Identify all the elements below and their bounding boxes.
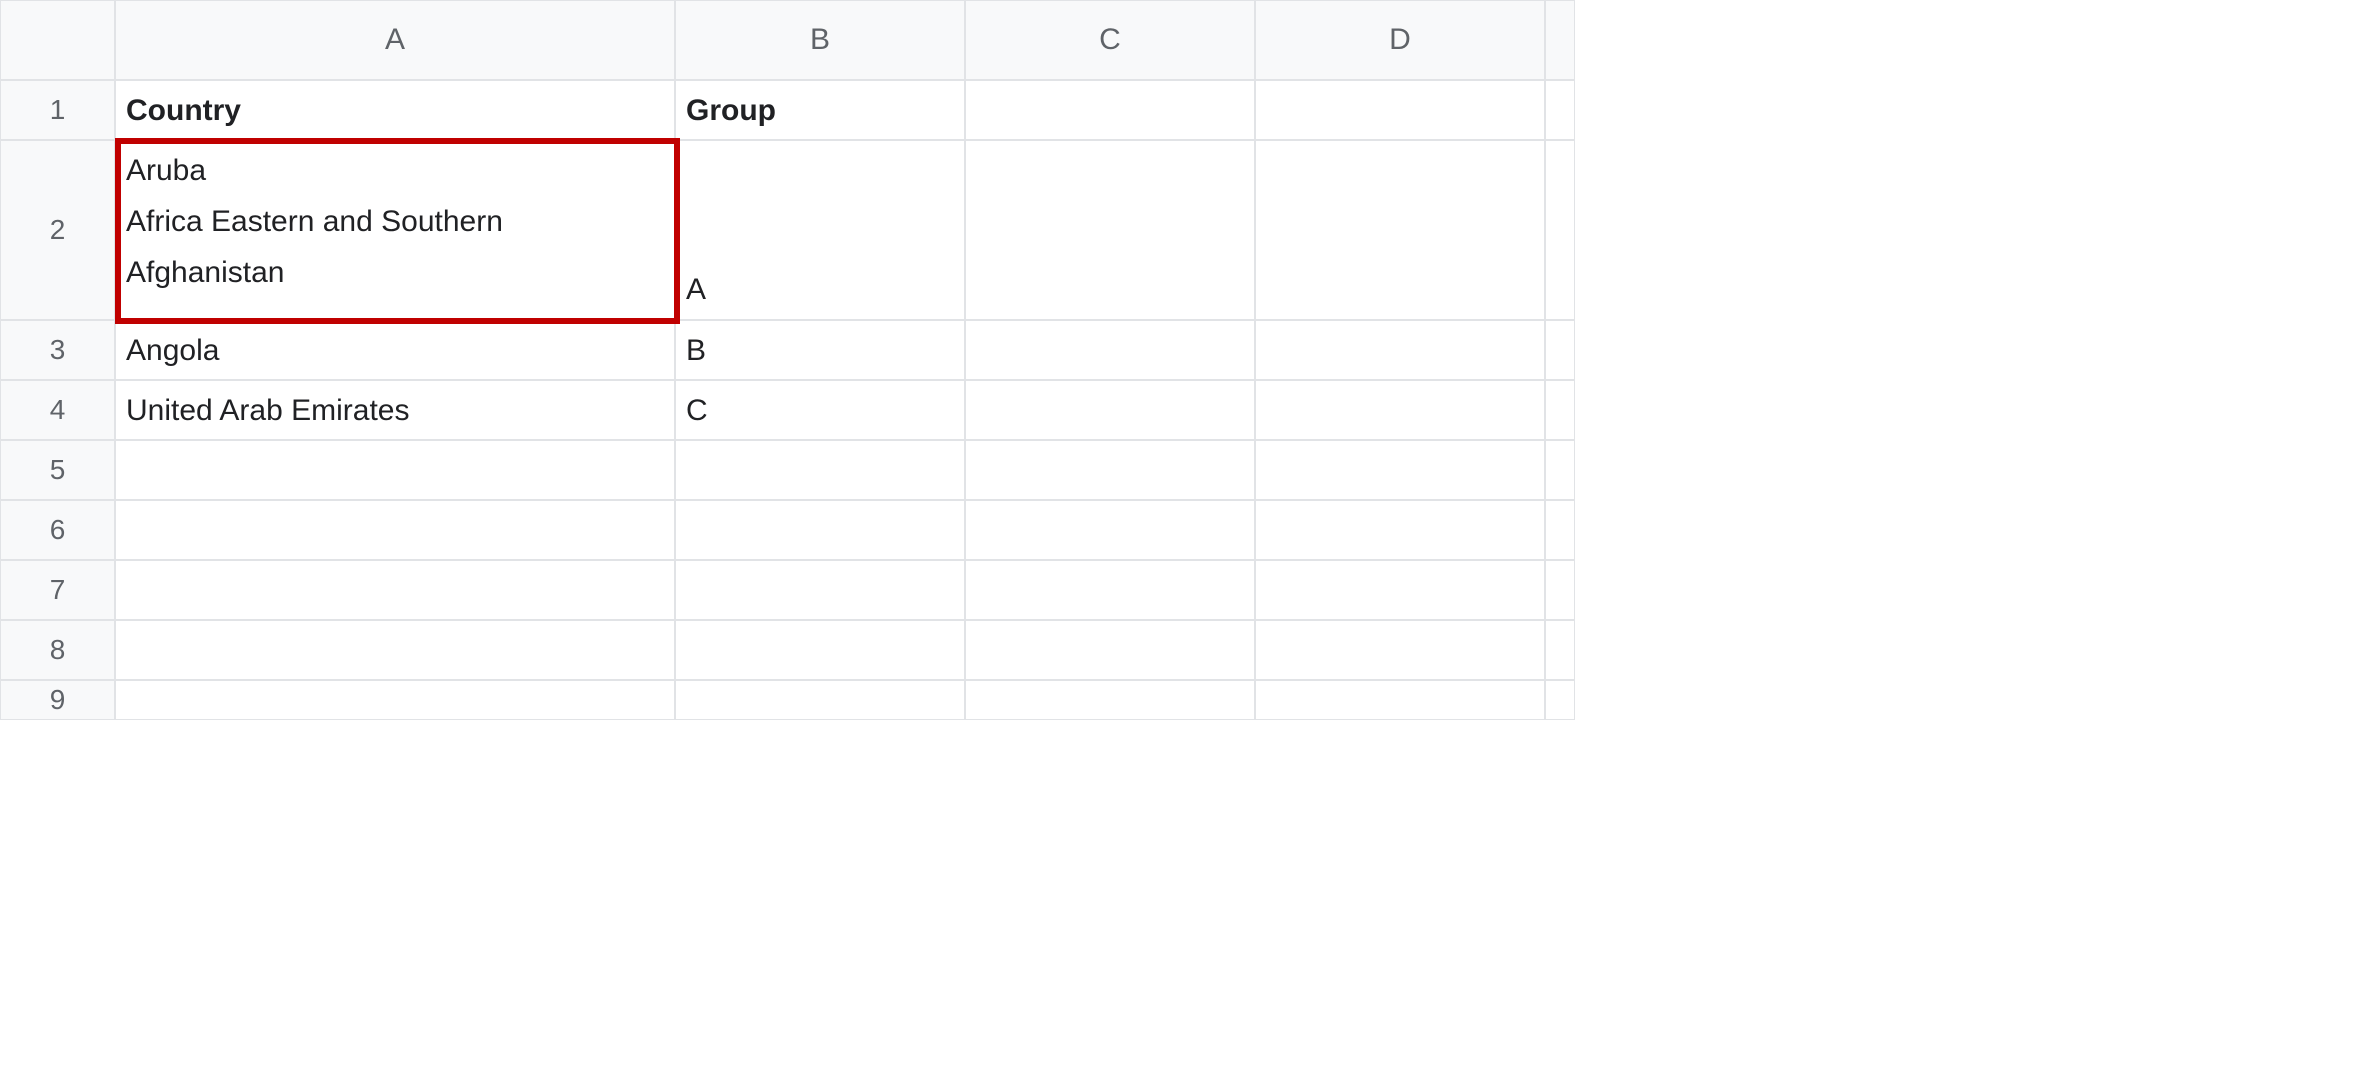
cell-C8[interactable] [965, 620, 1255, 680]
cell-D6[interactable] [1255, 500, 1545, 560]
cell-B8[interactable] [675, 620, 965, 680]
col-header-B[interactable]: B [675, 0, 965, 80]
cell-D8[interactable] [1255, 620, 1545, 680]
col-header-D[interactable]: D [1255, 0, 1545, 80]
cell-D3[interactable] [1255, 320, 1545, 380]
cell-A7[interactable] [115, 560, 675, 620]
cell-C3[interactable] [965, 320, 1255, 380]
cell-extra-3[interactable] [1545, 320, 1575, 380]
row-header-5[interactable]: 5 [0, 440, 115, 500]
cell-D2[interactable] [1255, 140, 1545, 320]
cell-D4[interactable] [1255, 380, 1545, 440]
col-header-extra [1545, 0, 1575, 80]
cell-D5[interactable] [1255, 440, 1545, 500]
row-header-1[interactable]: 1 [0, 80, 115, 140]
cell-A8[interactable] [115, 620, 675, 680]
cell-A2[interactable]: Aruba Africa Eastern and Southern Afghan… [115, 140, 675, 320]
cell-extra-8[interactable] [1545, 620, 1575, 680]
cell-B7[interactable] [675, 560, 965, 620]
cell-B1[interactable]: Group [675, 80, 965, 140]
col-header-A[interactable]: A [115, 0, 675, 80]
cell-extra-1[interactable] [1545, 80, 1575, 140]
cell-extra-2[interactable] [1545, 140, 1575, 320]
cell-C1[interactable] [965, 80, 1255, 140]
cell-C6[interactable] [965, 500, 1255, 560]
cell-A6[interactable] [115, 500, 675, 560]
cell-D9[interactable] [1255, 680, 1545, 720]
cell-A5[interactable] [115, 440, 675, 500]
cell-B4[interactable]: C [675, 380, 965, 440]
cell-C7[interactable] [965, 560, 1255, 620]
row-header-9[interactable]: 9 [0, 680, 115, 720]
cell-D7[interactable] [1255, 560, 1545, 620]
cell-extra-4[interactable] [1545, 380, 1575, 440]
cell-extra-9[interactable] [1545, 680, 1575, 720]
cell-C2[interactable] [965, 140, 1255, 320]
cell-extra-7[interactable] [1545, 560, 1575, 620]
col-header-C[interactable]: C [965, 0, 1255, 80]
cell-extra-5[interactable] [1545, 440, 1575, 500]
cell-C5[interactable] [965, 440, 1255, 500]
cell-A9[interactable] [115, 680, 675, 720]
cell-extra-6[interactable] [1545, 500, 1575, 560]
cell-B6[interactable] [675, 500, 965, 560]
cell-B2[interactable]: A [675, 140, 965, 320]
corner-select-all[interactable] [0, 0, 115, 80]
cell-B3[interactable]: B [675, 320, 965, 380]
cell-B5[interactable] [675, 440, 965, 500]
cell-B9[interactable] [675, 680, 965, 720]
row-header-2[interactable]: 2 [0, 140, 115, 320]
row-header-4[interactable]: 4 [0, 380, 115, 440]
row-header-7[interactable]: 7 [0, 560, 115, 620]
cell-C9[interactable] [965, 680, 1255, 720]
row-header-3[interactable]: 3 [0, 320, 115, 380]
spreadsheet-grid: A B C D 1 Country Group 2 Aruba Africa E… [0, 0, 2362, 720]
cell-C4[interactable] [965, 380, 1255, 440]
row-header-8[interactable]: 8 [0, 620, 115, 680]
row-header-6[interactable]: 6 [0, 500, 115, 560]
cell-A3[interactable]: Angola [115, 320, 675, 380]
cell-D1[interactable] [1255, 80, 1545, 140]
cell-A1[interactable]: Country [115, 80, 675, 140]
cell-A4[interactable]: United Arab Emirates [115, 380, 675, 440]
